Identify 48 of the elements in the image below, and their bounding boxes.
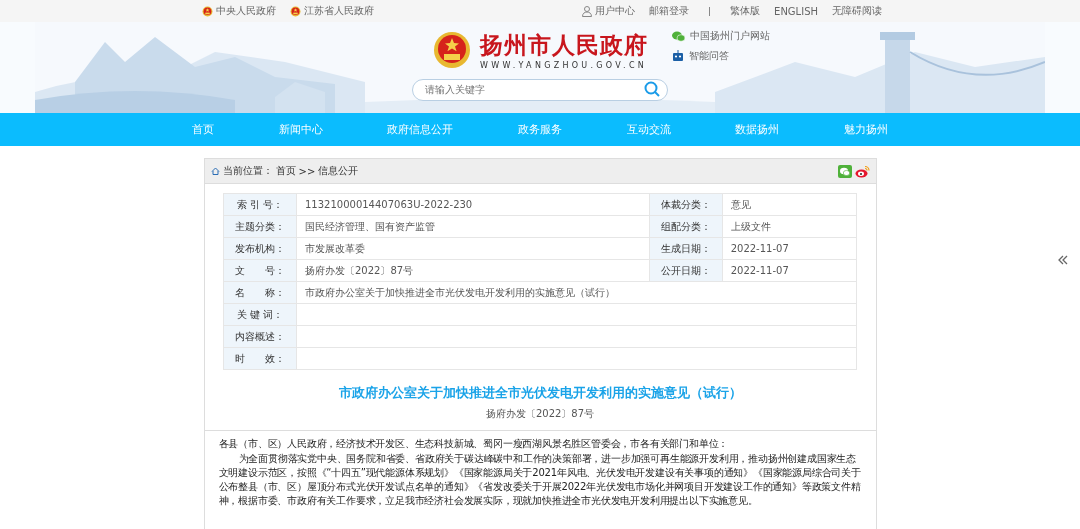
top-link[interactable]: 江苏省人民政府: [304, 4, 374, 18]
field-label: 文 号：: [223, 259, 297, 282]
field-value: 2022-11-07: [730, 265, 789, 276]
field-value: 意见: [730, 198, 751, 210]
field-value: 国民经济管理、国有资产监管: [305, 220, 435, 232]
emblem-icon: [290, 5, 301, 17]
field-label: 体裁分类：: [649, 193, 723, 216]
document-number: 扬府办发〔2022〕87号: [204, 407, 876, 431]
user-icon: [582, 5, 593, 17]
chat-share-icon[interactable]: [837, 164, 852, 178]
article-title: 市政府办公室关于加快推进全市光伏发电开发利用的实施意见（试行）: [337, 384, 743, 402]
site-name: 扬州市人民政府: [480, 30, 648, 60]
field-label: 发布机构：: [223, 237, 297, 260]
field-label: 名 称：: [223, 281, 297, 304]
top-link[interactable]: 无障碍阅读: [832, 4, 882, 18]
top-link[interactable]: ENGLISH: [774, 5, 818, 17]
field-label: 主题分类：: [223, 215, 297, 238]
top-link[interactable]: 用户中心: [595, 4, 636, 18]
field-value: 11321000014407063U-2022-230: [305, 199, 473, 210]
emblem-logo: [432, 30, 472, 70]
field-value: 市发展改革委: [305, 242, 365, 254]
field-value: 扬府办发〔2022〕87号: [305, 264, 414, 276]
field-label: 内容概述：: [223, 325, 297, 348]
field-label: 时 效：: [223, 347, 297, 370]
emblem-icon: [202, 5, 213, 17]
side-link[interactable]: 智能问答: [689, 49, 729, 63]
chat-icon: [672, 30, 685, 42]
breadcrumb-link[interactable]: 首页: [275, 164, 296, 178]
search-icon[interactable]: [644, 81, 660, 97]
top-link[interactable]: 繁体版: [730, 4, 761, 18]
field-label: 关 键 词：: [223, 303, 297, 326]
top-link[interactable]: 邮箱登录: [649, 4, 690, 18]
field-value: 2022-11-07: [730, 243, 789, 254]
top-link[interactable]: 中央人民政府: [216, 4, 276, 18]
paragraph: 各县（市、区）人民政府，经济技术开发区、生态科技新城、蜀冈一瘦西湖风景名胜区管委会，市各有关部门和单位：: [218, 437, 730, 451]
home-icon: [210, 167, 220, 175]
breadcrumb-label: 当前位置：: [222, 164, 273, 178]
collapse-icon[interactable]: [1058, 255, 1068, 265]
breadcrumb-link[interactable]: 信息公开: [318, 164, 359, 178]
weibo-icon[interactable]: [854, 164, 870, 178]
robot-icon: [672, 50, 684, 62]
site-url: WWW.YANGZHOU.GOV.CN: [480, 61, 648, 70]
field-value: 市政府办公室关于加快推进全市光伏发电开发利用的实施意见（试行）: [305, 286, 615, 298]
field-label: 索 引 号：: [223, 193, 297, 216]
field-value: 上级文件: [730, 220, 771, 232]
breadcrumb-separator: >>: [298, 165, 316, 177]
side-link[interactable]: 中国扬州门户网站: [690, 29, 770, 43]
paragraph: 为全面贯彻落实党中央、国务院和省委、省政府关于碳达峰碳中和工作的决策部署，进一步加强可再生能源开发利用，推动扬州创建成国家生态文明建设示范区，按照《“十四五”现代能源体系规划》《国家能源局关于2021年风电、光伏发电开发建设有关事项的通知》《国家能源局综合司关于公布整县（市、区）屋顶分布式光伏开发试点名单的通知》《省发改委关于开展2022年光伏发电市场化并网项目开发建设工作的通知》等政策文件精神，根据市委、市政府有关工作要求，立足我市经济社会发展实际，现就加快推进全市光伏发电开发利用提出以下实施意见。: [218, 452, 862, 508]
